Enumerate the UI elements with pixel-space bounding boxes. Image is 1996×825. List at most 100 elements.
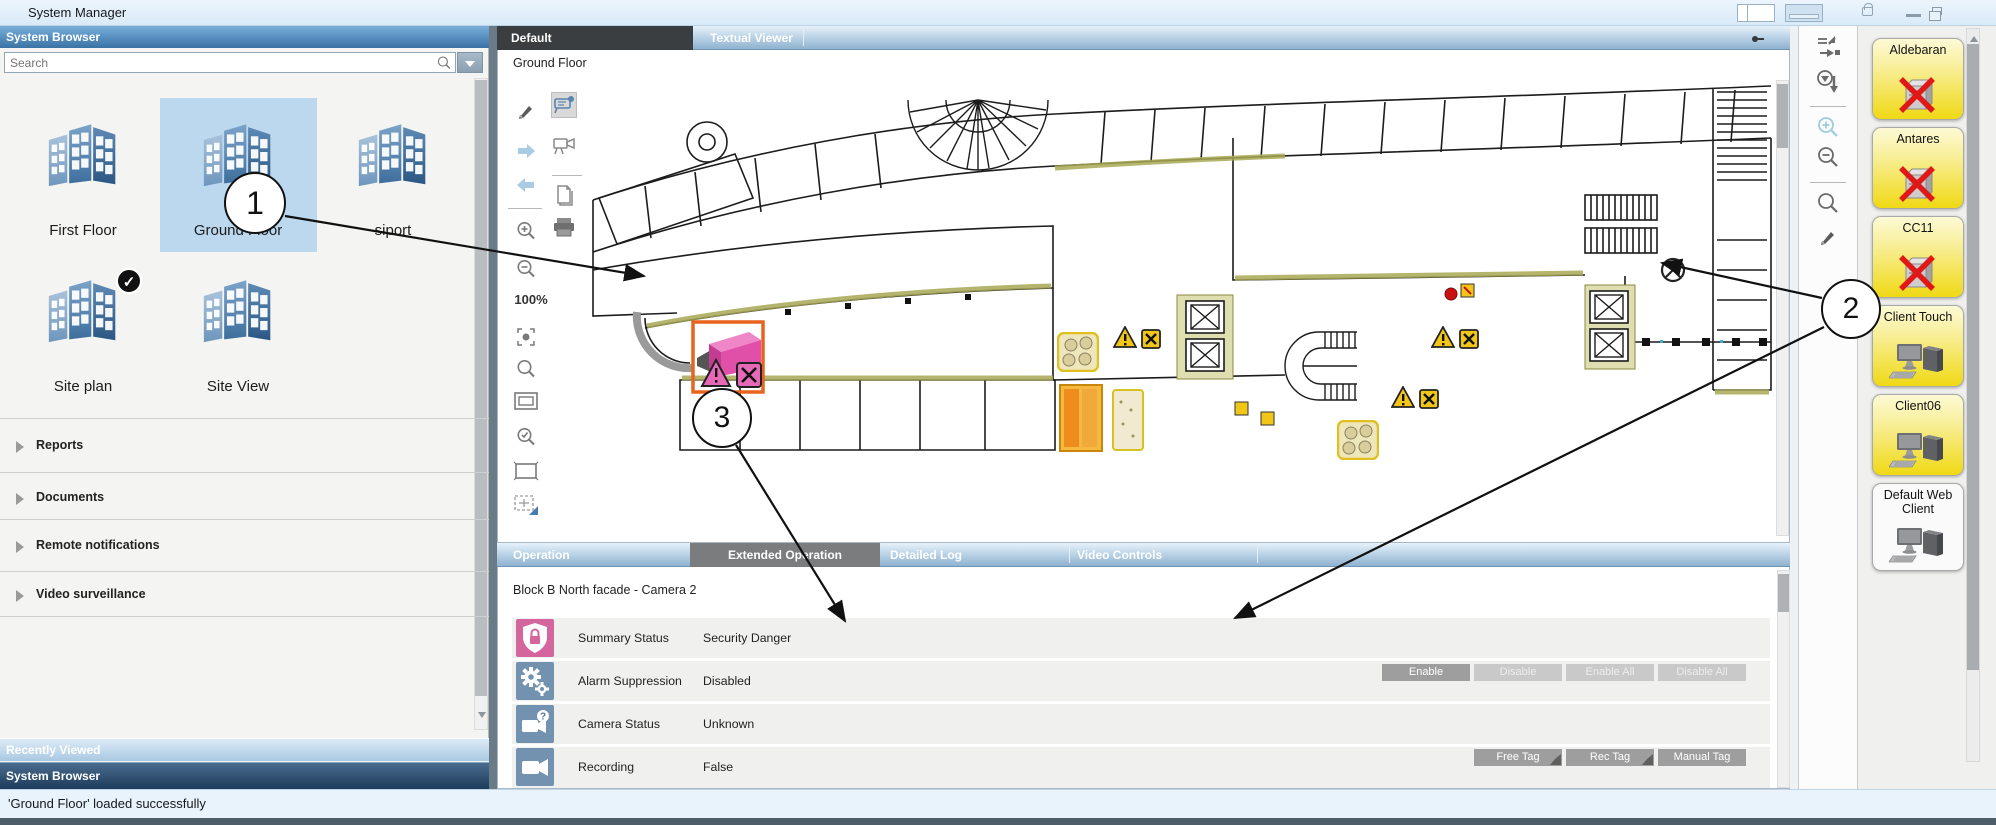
- viewport-rectangle-icon[interactable]: [513, 388, 539, 414]
- floor-plan-scrollbar-thumb[interactable]: [1777, 84, 1788, 148]
- print-icon[interactable]: [551, 214, 577, 240]
- magnifier-icon[interactable]: [1815, 190, 1841, 216]
- pen-icon[interactable]: [513, 98, 539, 124]
- callout-1: 1: [224, 172, 286, 234]
- forward-arrow-icon[interactable]: [513, 138, 539, 164]
- tile-first-floor[interactable]: First Floor: [13, 222, 153, 239]
- disable-button[interactable]: Disable: [1474, 664, 1562, 681]
- recently-viewed-bar[interactable]: Recently Viewed: [0, 738, 489, 761]
- tab-video-controls[interactable]: Video Controls: [1077, 543, 1162, 567]
- clients-scrollbar-thumb[interactable]: [1967, 44, 1979, 670]
- floor-plan-walls: [593, 86, 1771, 450]
- checked-badge-icon: ✓: [116, 268, 142, 294]
- zoom-level: 100%: [508, 292, 554, 307]
- pin-icon[interactable]: [1752, 33, 1762, 43]
- scroll-down-arrow-icon[interactable]: [478, 712, 486, 722]
- search-input[interactable]: [4, 52, 456, 73]
- property-label: Summary Status: [578, 618, 669, 658]
- scroll-up-arrow-icon[interactable]: [1970, 32, 1978, 42]
- disable-all-button[interactable]: Disable All: [1658, 664, 1746, 681]
- building-icon[interactable]: [350, 116, 436, 188]
- restore-icon[interactable]: [1932, 7, 1942, 15]
- tab-default[interactable]: Default: [497, 26, 693, 50]
- server-disconnected-icon: [1896, 73, 1940, 115]
- rec-tag-button[interactable]: Rec Tag: [1566, 749, 1654, 766]
- zoom-out-icon[interactable]: [513, 256, 539, 282]
- minimize-icon[interactable]: [1906, 14, 1921, 17]
- tab-detailed-log[interactable]: Detailed Log: [890, 543, 962, 567]
- elevator-icon: [1186, 301, 1224, 333]
- bottom-panel-scrollbar-thumb[interactable]: [1778, 574, 1789, 612]
- property-label: Camera Status: [578, 704, 660, 744]
- layout-switch-icon[interactable]: [1815, 34, 1841, 60]
- zoom-selection-icon[interactable]: [513, 324, 539, 350]
- selected-object-title: Block B North facade - Camera 2: [513, 583, 696, 597]
- tab-textual-viewer[interactable]: Textual Viewer: [710, 26, 793, 50]
- zoom-check-icon[interactable]: [513, 424, 539, 450]
- floor-plan[interactable]: [585, 80, 1775, 537]
- property-label: Recording: [578, 747, 634, 787]
- annotation-icon[interactable]: [551, 92, 577, 118]
- sidebar-item-documents[interactable]: Documents: [0, 484, 489, 512]
- pen-icon[interactable]: [1815, 224, 1841, 250]
- zoom-out-icon[interactable]: [1815, 144, 1841, 170]
- zoom-in-icon[interactable]: [513, 218, 539, 244]
- zoom-in-icon[interactable]: [1815, 114, 1841, 140]
- panel-splitter[interactable]: [489, 26, 497, 789]
- sidebar-item-remote-notifications[interactable]: Remote notifications: [0, 532, 489, 560]
- selected-camera-device[interactable]: [693, 322, 763, 392]
- tile-site-plan[interactable]: Site plan: [13, 378, 153, 395]
- layout-bottom-icon[interactable]: [1785, 4, 1823, 22]
- tab-extended-operation[interactable]: Extended Operation: [690, 543, 880, 567]
- table-icon: [1338, 421, 1378, 459]
- tile-siport[interactable]: siport: [323, 222, 463, 239]
- shield-lock-icon: [516, 619, 554, 657]
- free-tag-button[interactable]: Free Tag: [1474, 749, 1562, 766]
- magnifier-icon[interactable]: [513, 356, 539, 382]
- building-icon[interactable]: [40, 116, 126, 188]
- search-dropdown-button[interactable]: [457, 52, 483, 73]
- lock-icon[interactable]: [1862, 7, 1873, 16]
- search-icon: [436, 55, 452, 71]
- align-grid-icon[interactable]: [513, 492, 539, 518]
- workstation-icon: [1889, 427, 1947, 471]
- chevron-right-icon: [16, 590, 30, 602]
- client-tile-aldebaran[interactable]: Aldebaran: [1872, 38, 1964, 120]
- client-tile-client06[interactable]: Client06: [1872, 394, 1964, 476]
- tile-site-view[interactable]: Site View: [168, 378, 308, 395]
- building-icon[interactable]: [195, 272, 281, 344]
- property-value: False: [703, 747, 733, 787]
- layout-left-icon[interactable]: [1737, 4, 1775, 22]
- tab-operation[interactable]: Operation: [513, 543, 570, 567]
- sort-descending-icon[interactable]: [1815, 68, 1841, 94]
- door-icons[interactable]: [1060, 385, 1274, 451]
- callout-3: 3: [692, 388, 752, 448]
- camera-view-icon[interactable]: [551, 132, 577, 158]
- client-tile-client-touch[interactable]: Client Touch: [1872, 305, 1964, 387]
- camera-lens: [697, 350, 711, 372]
- chevron-right-icon: [16, 541, 30, 553]
- system-browser-header[interactable]: System Browser: [0, 26, 489, 48]
- server-disconnected-icon: [1896, 251, 1940, 293]
- back-arrow-icon[interactable]: [513, 172, 539, 198]
- client-tile-cc11[interactable]: CC11: [1872, 216, 1964, 298]
- enable-all-button[interactable]: Enable All: [1566, 664, 1654, 681]
- chevron-right-icon: [16, 493, 30, 505]
- document-icon[interactable]: [551, 182, 577, 208]
- window-title: System Manager: [28, 5, 126, 20]
- selection-frame-icon[interactable]: [513, 458, 539, 484]
- right-toolbar: [1798, 26, 1858, 789]
- table-icon: [1058, 333, 1098, 371]
- manual-tag-button[interactable]: Manual Tag: [1658, 749, 1746, 766]
- property-row: ? Camera Status Unknown: [512, 704, 1770, 744]
- floor-plan-scrollbar[interactable]: [1776, 80, 1789, 536]
- client-tile-antares[interactable]: Antares: [1872, 127, 1964, 209]
- client-tile-default-web-client[interactable]: Default Web Client: [1872, 483, 1964, 571]
- sidebar-item-reports[interactable]: Reports: [0, 432, 489, 460]
- property-label: Alarm Suppression: [578, 661, 682, 701]
- sidebar-item-video-surveillance[interactable]: Video surveillance: [0, 581, 489, 609]
- system-browser-bottom-bar[interactable]: System Browser: [0, 762, 489, 789]
- status-bar: 'Ground Floor' loaded successfully: [0, 789, 1996, 818]
- enable-button[interactable]: Enable: [1382, 664, 1470, 681]
- building-icon[interactable]: [40, 272, 126, 344]
